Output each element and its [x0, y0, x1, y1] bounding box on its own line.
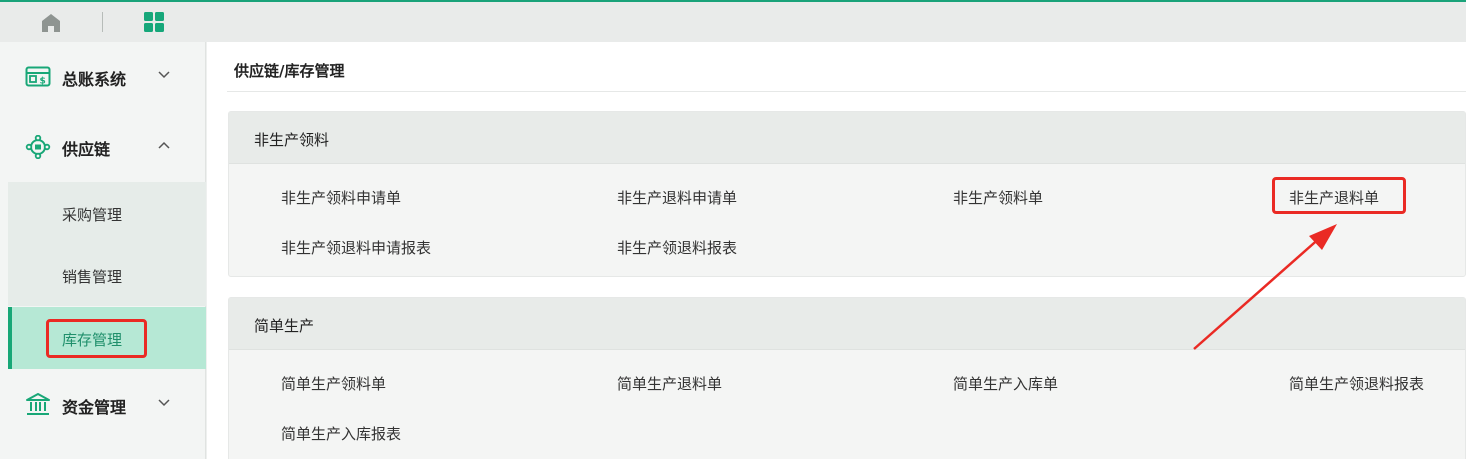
link-simple-production-requisition[interactable]: 简单生产领料单 [281, 373, 386, 394]
sidebar-group-supply-chain[interactable]: 供应链 [0, 112, 206, 182]
link-simple-production-report[interactable]: 简单生产领退料报表 [1289, 373, 1424, 394]
topbar-divider [102, 12, 103, 32]
sidebar-item-label: 采购管理 [62, 206, 123, 224]
sidebar-group-label: 供应链 [62, 140, 111, 159]
ledger-icon: $ [25, 66, 51, 87]
top-bar [0, 0, 1466, 42]
sidebar-group-label: 资金管理 [62, 398, 127, 417]
chevron-down-icon [158, 399, 170, 407]
apps-grid-icon[interactable] [143, 11, 165, 33]
sidebar-item-inventory-management[interactable]: 库存管理 [8, 307, 206, 369]
link-non-production-report[interactable]: 非生产领退料报表 [617, 237, 737, 258]
svg-text:$: $ [40, 77, 46, 87]
sidebar-item-label: 销售管理 [62, 268, 123, 286]
section-simple-production: 简单生产 简单生产领料单 简单生产退料单 简单生产入库单 简单生产领退料报表 简… [228, 297, 1466, 459]
bank-icon [26, 393, 50, 415]
chevron-down-icon [158, 71, 170, 79]
link-non-production-requisition-request[interactable]: 非生产领料申请单 [281, 187, 401, 208]
link-simple-production-stock-in-report[interactable]: 简单生产入库报表 [281, 423, 401, 444]
link-simple-production-return[interactable]: 简单生产退料单 [617, 373, 722, 394]
link-non-production-request-report[interactable]: 非生产领退料申请报表 [281, 237, 431, 258]
section-header: 非生产领料 [229, 112, 1465, 164]
section-title: 简单生产 [254, 317, 315, 335]
link-simple-production-stock-in[interactable]: 简单生产入库单 [953, 373, 1058, 394]
home-icon[interactable] [40, 12, 62, 34]
link-non-production-requisition[interactable]: 非生产领料单 [953, 187, 1043, 208]
divider [227, 91, 1466, 92]
breadcrumb: 供应链/库存管理 [234, 62, 345, 80]
highlight-box [46, 319, 147, 358]
sidebar-group-label: 总账系统 [62, 70, 127, 89]
supply-chain-icon [25, 135, 51, 159]
sidebar-group-fund-management[interactable]: 资金管理 [0, 370, 206, 440]
main-content: 供应链/库存管理 非生产领料 非生产领料申请单 非生产退料申请单 非生产领料单 … [207, 42, 1466, 459]
section-header: 简单生产 [229, 298, 1465, 350]
sidebar-item-purchase-management[interactable]: 采购管理 [8, 182, 206, 244]
sidebar-group-general-ledger[interactable]: $ 总账系统 [0, 42, 206, 112]
section-non-production-material: 非生产领料 非生产领料申请单 非生产退料申请单 非生产领料单 非生产退料单 非生… [228, 111, 1466, 277]
chevron-up-icon [158, 141, 170, 149]
link-non-production-return[interactable]: 非生产退料单 [1289, 187, 1379, 208]
section-title: 非生产领料 [254, 131, 330, 149]
link-non-production-return-request[interactable]: 非生产退料申请单 [617, 187, 737, 208]
sidebar: $ 总账系统 供应链 采购管理 销售管理 库存管理 资金管理 [0, 42, 206, 459]
sidebar-item-sales-management[interactable]: 销售管理 [8, 244, 206, 306]
